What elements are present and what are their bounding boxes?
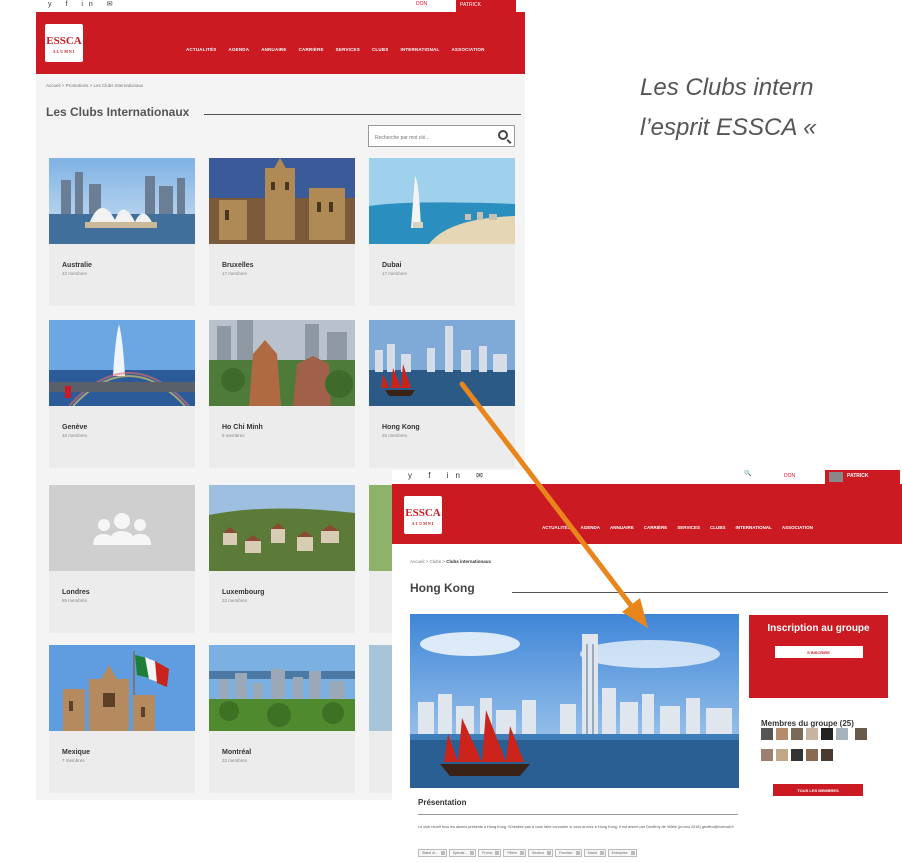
composite-slide: y f in ✉ DON PATRICK ESSCA ALUMNI ACTUALI… — [0, 0, 902, 862]
link-arrow — [459, 381, 648, 628]
